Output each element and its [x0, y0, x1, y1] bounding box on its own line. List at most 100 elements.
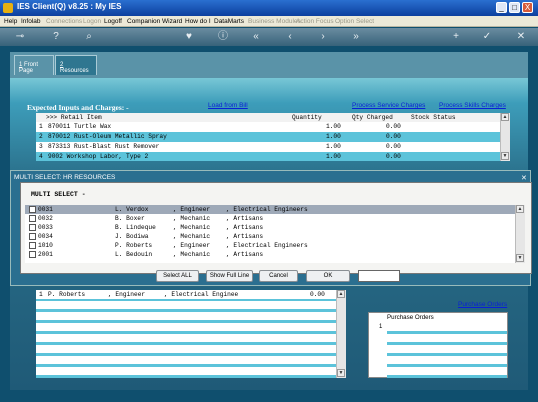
item-group: , Artisans [226, 215, 264, 222]
item-name: L. Verdox [115, 206, 149, 213]
tab-front-page[interactable]: 1 Front Page [14, 55, 54, 75]
menu-business-modules[interactable]: Business Modules [248, 16, 301, 27]
dialog-title: MULTI SELECT: HR RESOURCES [14, 174, 116, 181]
row-item: 9002 Workshop Labor, Type 2 [48, 153, 149, 160]
last-icon[interactable]: » [350, 31, 362, 43]
purchase-orders-link[interactable]: Purchase Orders [458, 301, 507, 308]
first-icon[interactable]: « [250, 31, 262, 43]
table-row[interactable]: 2 870012 Rust-Oleum Metallic Spray 1.00 … [36, 132, 500, 142]
tab-resources[interactable]: 2 Resources [55, 55, 97, 75]
accept-icon[interactable]: ✓ [481, 31, 493, 43]
show-full-line-button[interactable]: Show Full Line [206, 270, 253, 282]
row-charged: 0.00 [386, 133, 401, 140]
column-stock-status[interactable]: Stock Status [411, 113, 456, 122]
process-skills-charges-link[interactable]: Process Skills Charges [439, 102, 506, 109]
checkbox[interactable] [29, 206, 36, 213]
cancel-button[interactable]: Cancel [259, 270, 298, 282]
list-item[interactable]: 0031 L. Verdox , Engineer , Electrical E… [25, 205, 515, 214]
grid-scrollbar[interactable]: ▲ ▼ [500, 113, 510, 161]
menu-help[interactable]: Help [4, 16, 17, 27]
item-name: P. Roberts [115, 242, 153, 249]
process-service-charges-link[interactable]: Process Service Charges [352, 102, 425, 109]
item-code: 0031 [38, 206, 53, 213]
maximize-button[interactable]: □ [509, 2, 520, 13]
dialog-input[interactable] [358, 270, 400, 282]
select-all-button[interactable]: Select ALL [156, 270, 199, 282]
row-quantity: 1.00 [326, 153, 341, 160]
column-retail-item[interactable]: >>> Retail Item [46, 113, 102, 122]
load-from-bill-link[interactable]: Load from Bill [208, 102, 248, 109]
menu-action-focus[interactable]: Action Focus [296, 16, 334, 27]
item-name: B. Lindeque [115, 224, 156, 231]
column-qty-charged[interactable]: Qty Charged [352, 113, 393, 122]
menu-logoff[interactable]: Logoff [104, 16, 122, 27]
tab-strip: 1 Front Page 2 Resources [10, 52, 528, 78]
cancel-icon[interactable]: ✕ [515, 31, 527, 43]
table-row[interactable]: 1 870011 Turtle Wax 1.00 0.00 [36, 122, 500, 132]
scroll-down-icon[interactable]: ▼ [337, 369, 345, 377]
checkbox[interactable] [29, 215, 36, 222]
menu-how-do-i[interactable]: How do I [185, 16, 211, 27]
list-scrollbar[interactable]: ▲ ▼ [515, 205, 525, 263]
prev-icon[interactable]: ‹ [284, 31, 296, 43]
next-icon[interactable]: › [317, 31, 329, 43]
scroll-up-icon[interactable]: ▲ [501, 113, 509, 121]
item-name: B. Boxer [115, 215, 145, 222]
search-icon[interactable]: ⌕ [83, 31, 95, 43]
purchase-orders-header: Purchase Orders [387, 314, 434, 321]
menu-logon[interactable]: Logon [83, 16, 101, 27]
column-quantity[interactable]: Quantity [292, 113, 322, 122]
menu-connections[interactable]: Connections [46, 16, 82, 27]
scroll-up-icon[interactable]: ▲ [337, 290, 345, 298]
help-icon[interactable]: ? [50, 31, 62, 43]
item-group: , Electrical Engineers [226, 206, 308, 213]
item-role: , Engineer [173, 206, 211, 213]
list-item[interactable]: 2001 L. Bedouin , Mechanic , Artisans [25, 250, 515, 259]
dialog-close-icon[interactable]: ✕ [521, 174, 527, 182]
multi-select-dialog: MULTI SELECT: HR RESOURCES ✕ MULTI SELEC… [10, 170, 532, 286]
grid-header: >>> Retail Item Quantity Qty Charged Sto… [36, 113, 500, 122]
scroll-up-icon[interactable]: ▲ [516, 205, 524, 213]
row-role: , Engineer [108, 291, 146, 298]
menu-datamarts[interactable]: DataMarts [214, 16, 244, 27]
key-icon[interactable]: ⊸ [10, 31, 30, 43]
checkbox[interactable] [29, 251, 36, 258]
list-item[interactable]: 1010 P. Roberts , Engineer , Electrical … [25, 241, 515, 250]
checkbox[interactable] [29, 224, 36, 231]
heart-icon[interactable]: ♥ [183, 31, 195, 43]
resources-scrollbar[interactable]: ▲ ▼ [336, 290, 346, 378]
info-icon[interactable]: ⓘ [217, 31, 229, 43]
dialog-heading: MULTI SELECT - [31, 191, 86, 198]
table-row[interactable]: 3 873313 Rust-Blast Rust Remover 1.00 0.… [36, 142, 500, 152]
list-item[interactable]: 0032 B. Boxer , Mechanic , Artisans [25, 214, 515, 223]
menu-companion[interactable]: Companion [127, 16, 160, 27]
menu-wizard[interactable]: Wizard [162, 16, 182, 27]
row-number: 2 [39, 133, 43, 140]
scroll-down-icon[interactable]: ▼ [501, 152, 509, 160]
row-number: 3 [39, 143, 43, 150]
purchase-orders-panel: Purchase Orders 1 [368, 312, 508, 378]
add-icon[interactable]: + [450, 31, 462, 43]
row-charged: 0.00 [386, 153, 401, 160]
close-button[interactable]: X [522, 2, 533, 13]
scroll-down-icon[interactable]: ▼ [516, 254, 524, 262]
table-row[interactable]: 4 9002 Workshop Labor, Type 2 1.00 0.00 [36, 152, 500, 161]
item-name: L. Bedouin [115, 251, 153, 258]
ok-button[interactable]: OK [306, 270, 350, 282]
window-title: IES Client(Q) v8.25 : My IES [17, 2, 122, 11]
purchase-orders-list[interactable] [387, 323, 507, 378]
title-bar: IES Client(Q) v8.25 : My IES _ □ X [0, 0, 538, 16]
item-name: J. Bodiwa [115, 233, 149, 240]
list-item[interactable]: 0033 B. Lindeque , Mechanic , Artisans [25, 223, 515, 232]
minimize-button[interactable]: _ [496, 2, 507, 13]
row-item: 870012 Rust-Oleum Metallic Spray [48, 133, 167, 140]
checkbox[interactable] [29, 233, 36, 240]
checkbox[interactable] [29, 242, 36, 249]
row-item: 870011 Turtle Wax [48, 123, 112, 130]
list-item[interactable]: 0034 J. Bodiwa , Mechanic , Artisans [25, 232, 515, 241]
expected-inputs-title: Expected Inputs and Charges: - [27, 103, 129, 112]
menu-option-select[interactable]: Option Select [335, 16, 374, 27]
po-row-number: 1 [379, 324, 383, 330]
table-row[interactable]: 1 P. Roberts , Engineer , Electrical Eng… [36, 290, 336, 299]
menu-infolab[interactable]: Infolab [21, 16, 41, 27]
